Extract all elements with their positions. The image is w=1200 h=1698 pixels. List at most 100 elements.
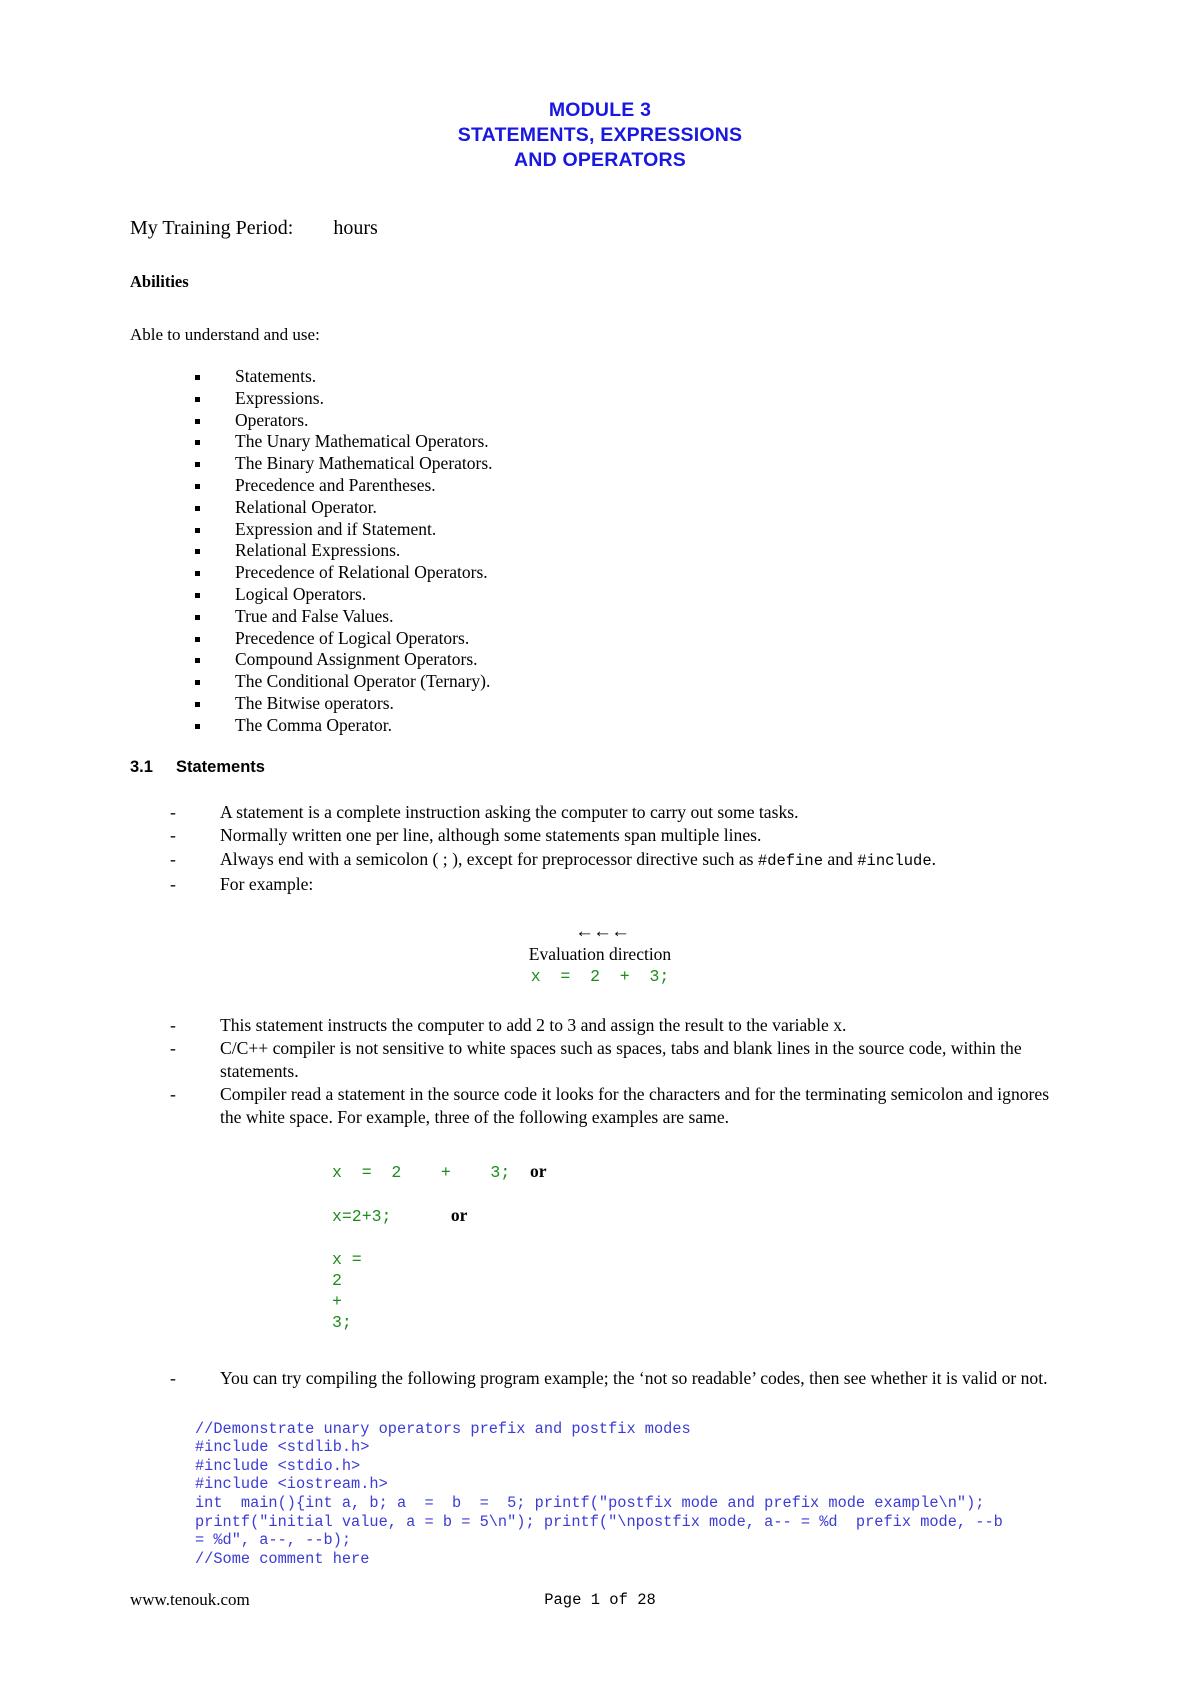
list-item-label: Relational Expressions. xyxy=(235,540,401,561)
abilities-intro: Able to understand and use: xyxy=(130,325,320,344)
list-item-label: Expressions. xyxy=(235,387,324,408)
list-item: Expressions. xyxy=(130,388,1070,410)
list-item: - Compiler read a statement in the source… xyxy=(130,1083,1070,1128)
list-item-label: Compound Assignment Operators. xyxy=(235,649,478,670)
statements-points-list-a: - A statement is a complete instruction a… xyxy=(130,801,1070,896)
list-item: The Comma Operator. xyxy=(130,715,1070,737)
square-bullet-icon xyxy=(195,592,200,598)
evaluation-direction-label: Evaluation direction xyxy=(528,943,672,964)
list-item-label: A statement is a complete instruction as… xyxy=(220,801,799,822)
list-item: - C/C++ compiler is not sensitive to whit… xyxy=(130,1037,1070,1082)
point-text-post: . xyxy=(931,848,937,869)
square-bullet-icon xyxy=(195,418,200,424)
list-item-label: This statement instructs the computer to… xyxy=(220,1014,847,1035)
list-item: Expression and if Statement. xyxy=(130,519,1070,541)
list-item-label: Always end with a semicolon ( ; ), excep… xyxy=(220,848,937,870)
list-item: The Conditional Operator (Ternary). xyxy=(130,671,1070,693)
page-footer: www.tenouk.com Page 1 of 28 xyxy=(130,1590,1070,1612)
list-item-label: True and False Values. xyxy=(235,605,394,626)
program-listing-line: #include <iostream.h> xyxy=(195,1475,388,1494)
square-bullet-icon xyxy=(195,614,200,620)
or-label-2: or xyxy=(450,1205,468,1226)
list-item-label: Operators. xyxy=(235,409,309,430)
training-period-line: My Training Period: hours xyxy=(130,217,378,239)
list-item-label: Statements. xyxy=(235,366,317,386)
section-title: Statements xyxy=(176,757,265,776)
code-sample-multiline: x = 2 + 3; xyxy=(332,1250,362,1333)
program-listing-line: //Some comment here xyxy=(195,1549,370,1568)
list-item: The Unary Mathematical Operators. xyxy=(130,431,1070,453)
list-item-label: Compiler read a statement in the source … xyxy=(220,1084,1050,1127)
program-listing: //Demonstrate unary operators prefix and… xyxy=(195,1420,1070,1569)
list-item: The Binary Mathematical Operators. xyxy=(130,453,1070,475)
list-item: - Normally written one per line, although… xyxy=(130,824,1070,847)
title-line-2: STATEMENTS, EXPRESSIONS xyxy=(457,124,743,146)
list-item-label: The Conditional Operator (Ternary). xyxy=(235,671,491,692)
square-bullet-icon xyxy=(195,571,200,577)
list-item: - For example: xyxy=(130,873,1070,896)
square-bullet-icon xyxy=(195,505,200,511)
list-item-label: The Comma Operator. xyxy=(235,714,392,735)
list-item: - A statement is a complete instruction a… xyxy=(130,801,1070,824)
point-text-mid: and xyxy=(823,848,858,869)
point-text-pre: Always end with a semicolon ( ; ), excep… xyxy=(220,848,758,869)
title-line-1: MODULE 3 xyxy=(548,99,652,121)
dash-bullet-icon: - xyxy=(170,874,176,895)
abilities-heading: Abilities xyxy=(130,272,189,291)
dash-bullet-icon: - xyxy=(170,848,176,869)
dash-bullet-icon: - xyxy=(170,1038,176,1059)
program-listing-line: int main(){int a, b; a = b = 5; printf("… xyxy=(195,1493,985,1512)
list-item-label: The Bitwise operators. xyxy=(235,692,394,713)
list-item-label: You can try compiling the following prog… xyxy=(220,1368,1048,1389)
square-bullet-icon xyxy=(195,549,200,555)
list-item: Relational Operator. xyxy=(130,497,1070,519)
list-item: The Bitwise operators. xyxy=(130,693,1070,715)
left-arrow-icons: ←←← xyxy=(575,920,630,942)
list-item-label: Precedence and Parentheses. xyxy=(235,474,436,495)
square-bullet-icon xyxy=(195,636,200,642)
square-bullet-icon xyxy=(195,723,200,729)
page-title: MODULE 3 STATEMENTS, EXPRESSIONS AND OPE… xyxy=(130,95,1070,173)
list-item-label: Normally written one per line, although … xyxy=(220,825,762,846)
list-item-label: Relational Operator. xyxy=(235,496,377,517)
square-bullet-icon xyxy=(195,527,200,533)
or-label-1: or xyxy=(530,1161,547,1182)
dash-bullet-icon: - xyxy=(170,825,176,846)
list-item-label: Precedence of Relational Operators. xyxy=(235,562,488,583)
program-listing-line: printf("initial value, a = b = 5\n"); pr… xyxy=(195,1512,1003,1531)
code-sample-spaced: x = 2 + 3; or xyxy=(332,1161,1070,1183)
square-bullet-icon xyxy=(195,680,200,686)
list-item-label: C/C++ compiler is not sensitive to white… xyxy=(220,1038,1022,1081)
list-item: Statements. xyxy=(130,366,1070,388)
list-item-label: Precedence of Logical Operators. xyxy=(235,627,470,648)
dash-bullet-icon: - xyxy=(170,1368,176,1389)
list-item: True and False Values. xyxy=(130,606,1070,628)
list-item-label: Expression and if Statement. xyxy=(235,518,437,539)
include-directive-code: #include xyxy=(857,851,932,870)
section-number: 3.1 xyxy=(130,757,153,776)
list-item: - You can try compiling the following pro… xyxy=(130,1367,1070,1390)
list-item-label: The Binary Mathematical Operators. xyxy=(235,453,493,474)
list-item: - This statement instructs the computer t… xyxy=(130,1014,1070,1037)
square-bullet-icon xyxy=(195,483,200,489)
list-item: Logical Operators. xyxy=(130,584,1070,606)
section-heading: 3.1 Statements xyxy=(130,758,1070,777)
list-item: Relational Expressions. xyxy=(130,540,1070,562)
define-directive-code: #define xyxy=(757,851,824,870)
list-item-label: Logical Operators. xyxy=(235,583,367,604)
title-line-3: AND OPERATORS xyxy=(514,149,686,171)
program-listing-line: #include <stdlib.h> xyxy=(195,1438,370,1457)
evaluation-code-sample: x = 2 + 3; xyxy=(530,966,670,986)
list-item-label: The Unary Mathematical Operators. xyxy=(235,431,489,452)
evaluation-direction-figure: ←←← Evaluation direction x = 2 + 3; xyxy=(130,920,1070,988)
code-sample-compact: x=2+3; or xyxy=(332,1205,1070,1227)
list-item: Precedence of Logical Operators. xyxy=(130,628,1070,650)
dash-bullet-icon: - xyxy=(170,801,176,822)
code-sample-spaced-text: x = 2 + 3; xyxy=(332,1163,531,1183)
square-bullet-icon xyxy=(195,396,200,402)
square-bullet-icon xyxy=(195,375,200,380)
list-item: Precedence of Relational Operators. xyxy=(130,562,1070,584)
